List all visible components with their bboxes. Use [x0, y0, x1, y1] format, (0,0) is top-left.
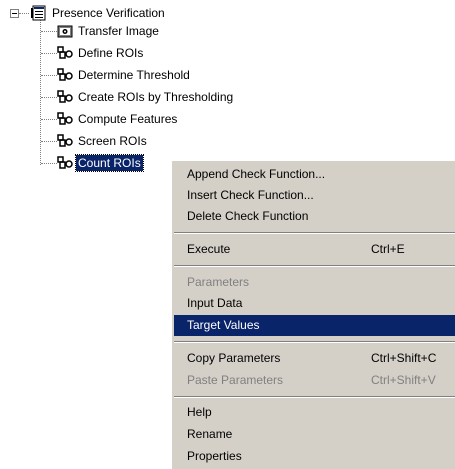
- menu-item-help[interactable]: Help: [174, 402, 455, 423]
- context-menu: Append Check Function... Insert Check Fu…: [171, 160, 455, 469]
- menu-item-label: Append Check Function...: [187, 167, 326, 181]
- menu-item-parameters: Parameters: [174, 272, 455, 293]
- hierarchy-icon: [31, 5, 47, 21]
- menu-item-target-values[interactable]: Target Values: [174, 315, 455, 336]
- tree-connector: [41, 75, 57, 76]
- tree-item-count-rois[interactable]: Count ROIs: [57, 154, 144, 172]
- menu-separator: [174, 232, 455, 234]
- menu-separator: [174, 265, 455, 267]
- tree-item-label: Transfer Image: [78, 24, 159, 38]
- tree-item-compute-features[interactable]: Compute Features: [57, 110, 179, 128]
- tree-item-transfer-image[interactable]: Transfer Image: [57, 22, 161, 40]
- tree-connector: [41, 163, 57, 164]
- tree-root-presence-verification[interactable]: Presence Verification: [31, 4, 167, 22]
- step-icon: [57, 111, 73, 127]
- menu-item-label: Delete Check Function: [187, 209, 309, 223]
- menu-separator: [174, 396, 455, 398]
- menu-item-label: Input Data: [187, 296, 243, 310]
- menu-item-label: Target Values: [187, 318, 260, 332]
- step-icon: [57, 45, 73, 61]
- tree-connector: [19, 13, 29, 14]
- step-icon: [57, 89, 73, 105]
- menu-item-properties[interactable]: Properties: [174, 446, 455, 467]
- menu-item-label: Properties: [187, 449, 242, 463]
- menu-item-shortcut: Ctrl+E: [371, 242, 405, 256]
- tree-connector: [41, 97, 57, 98]
- tree-item-label: Compute Features: [78, 112, 178, 126]
- tree-connector: [41, 31, 57, 32]
- tree-item-create-rois-by-thresholding[interactable]: Create ROIs by Thresholding: [57, 88, 235, 106]
- tree-item-label: Create ROIs by Thresholding: [78, 90, 234, 104]
- menu-item-rename[interactable]: Rename: [174, 424, 455, 445]
- tree-item-label: Determine Threshold: [78, 68, 190, 82]
- tree-item-define-rois[interactable]: Define ROIs: [57, 44, 145, 62]
- menu-separator: [174, 341, 455, 343]
- menu-item-label: Rename: [187, 427, 233, 441]
- menu-item-insert-check-function[interactable]: Insert Check Function...: [174, 185, 455, 206]
- menu-item-append-check-function[interactable]: Append Check Function...: [174, 164, 455, 185]
- tree-item-determine-threshold[interactable]: Determine Threshold: [57, 66, 192, 84]
- menu-item-label: Execute: [187, 242, 231, 256]
- tree-item-label: Screen ROIs: [78, 134, 147, 148]
- menu-item-label: Help: [187, 405, 212, 419]
- tree-connector: [41, 119, 57, 120]
- menu-item-label: Parameters: [187, 275, 250, 289]
- tree-connector: [41, 53, 57, 54]
- tree-item-label: Count ROIs: [75, 154, 144, 172]
- menu-item-label: Insert Check Function...: [187, 188, 314, 202]
- check-function-tree: Presence Verification Transfer Image Def…: [0, 0, 300, 180]
- menu-item-delete-check-function[interactable]: Delete Check Function: [174, 206, 455, 227]
- tree-connector: [41, 141, 57, 142]
- menu-item-input-data[interactable]: Input Data: [174, 293, 455, 314]
- menu-item-label: Copy Parameters: [187, 351, 281, 365]
- tree-connector: [40, 20, 41, 165]
- menu-item-copy-parameters[interactable]: Copy Parameters Ctrl+Shift+C: [174, 348, 455, 369]
- menu-item-paste-parameters: Paste Parameters Ctrl+Shift+V: [174, 370, 455, 391]
- menu-item-execute[interactable]: Execute Ctrl+E: [174, 239, 455, 260]
- collapse-toggle[interactable]: [10, 9, 19, 18]
- step-icon: [57, 67, 73, 83]
- menu-item-label: Paste Parameters: [187, 373, 284, 387]
- menu-item-shortcut: Ctrl+Shift+C: [371, 351, 437, 365]
- step-icon: [57, 133, 73, 149]
- camera-icon: [57, 23, 73, 39]
- tree-root-label: Presence Verification: [52, 6, 165, 20]
- tree-item-screen-rois[interactable]: Screen ROIs: [57, 132, 149, 150]
- step-icon: [57, 155, 73, 171]
- tree-item-label: Define ROIs: [78, 46, 144, 60]
- menu-item-shortcut: Ctrl+Shift+V: [371, 373, 436, 387]
